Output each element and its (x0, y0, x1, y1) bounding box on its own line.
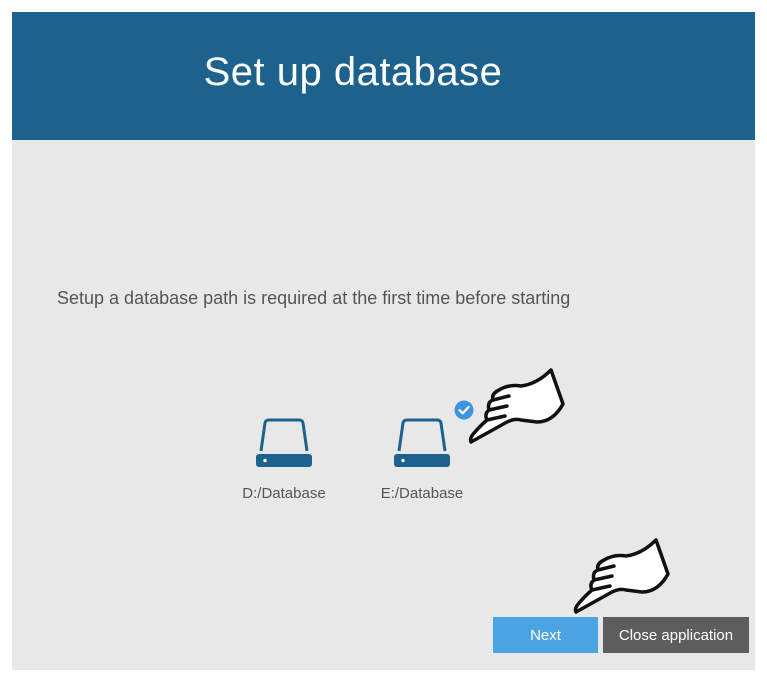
drive-icon (394, 418, 450, 467)
pointing-hand-icon (468, 368, 565, 444)
page-title: Set up database (203, 50, 503, 94)
next-button[interactable]: Next (493, 617, 598, 653)
drive-option-e[interactable]: E:/Database (372, 400, 474, 502)
drive-option-d[interactable]: D:/Database (234, 417, 334, 502)
close-application-button[interactable]: Close application (603, 617, 749, 653)
dialog-header: Set up database (12, 12, 755, 140)
page: Set up database Setup a database path is… (0, 0, 767, 682)
drive-label: E:/Database (380, 485, 464, 502)
instruction-text: Setup a database path is required at the… (57, 288, 571, 308)
pointing-hand-icon (573, 538, 670, 614)
setup-database-dialog: Set up database Setup a database path is… (12, 12, 755, 670)
drive-icon (256, 418, 312, 467)
drive-label: D:/Database (242, 485, 326, 502)
